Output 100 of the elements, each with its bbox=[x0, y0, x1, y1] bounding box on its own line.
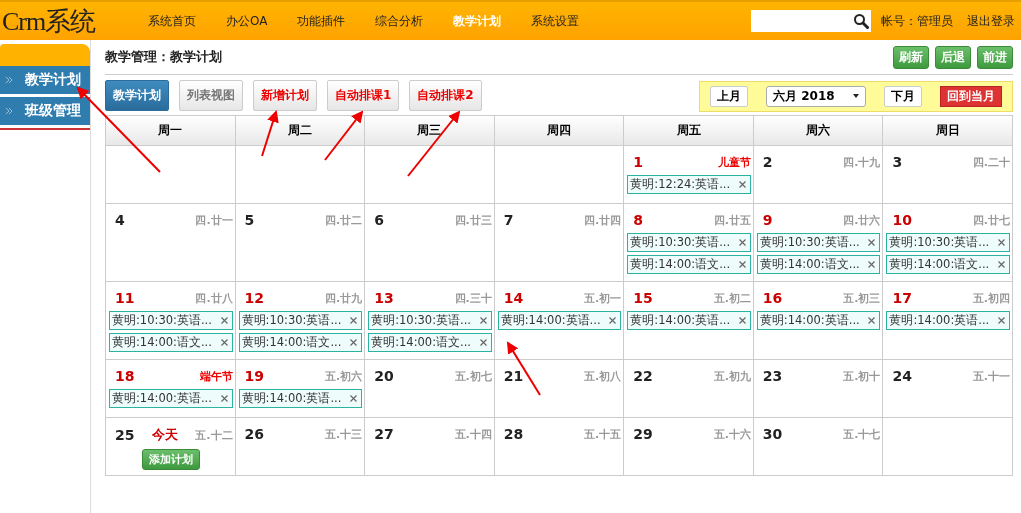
event-chip[interactable]: 黄明:10:30:英语... bbox=[109, 311, 233, 330]
event-chip[interactable]: 黄明:14:00:语文... bbox=[368, 333, 492, 352]
logout-link[interactable]: 退出登录 bbox=[967, 12, 1015, 30]
prev-month-button[interactable]: 上月 bbox=[710, 85, 748, 107]
lunar-date: 五.十一 bbox=[972, 368, 1010, 384]
close-icon[interactable] bbox=[479, 339, 487, 346]
tab[interactable]: 自动排课2 bbox=[409, 79, 482, 111]
close-icon[interactable] bbox=[738, 239, 746, 246]
close-icon[interactable] bbox=[998, 261, 1005, 268]
nav-item[interactable]: 系统设置 bbox=[531, 12, 580, 30]
close-icon[interactable] bbox=[220, 339, 228, 346]
sidebar-item[interactable]: 教学计划 bbox=[0, 66, 90, 94]
lunar-date: 四.廿九 bbox=[324, 290, 363, 306]
close-icon[interactable] bbox=[350, 339, 358, 346]
day-number: 30 bbox=[762, 426, 783, 442]
close-icon[interactable] bbox=[738, 261, 746, 268]
tab[interactable]: 列表视图 bbox=[179, 79, 243, 111]
lunar-date: 四.廿三 bbox=[454, 212, 492, 228]
weekday-header: 周五 bbox=[624, 116, 754, 146]
close-icon[interactable] bbox=[350, 395, 358, 402]
day-number: 6 bbox=[374, 212, 384, 228]
day-number: 2 bbox=[762, 154, 773, 170]
weekday-header: 周三 bbox=[365, 116, 495, 146]
event-chip[interactable]: 黄明:10:30:英语... bbox=[238, 311, 363, 330]
lunar-date: 五.初一 bbox=[584, 290, 622, 306]
event-chip[interactable]: 黄明:10:30:英语... bbox=[368, 311, 492, 330]
current-month-button[interactable]: 回到当月 bbox=[940, 85, 1002, 107]
nav-item[interactable]: 办公OA bbox=[226, 12, 268, 30]
chevron-icon bbox=[6, 77, 13, 83]
event-chip[interactable]: 黄明:10:30:英语... bbox=[886, 233, 1010, 252]
event-chip[interactable]: 黄明:10:30:英语... bbox=[627, 233, 751, 252]
weekday-header: 周日 bbox=[883, 116, 1013, 146]
day-number: 21 bbox=[503, 368, 524, 384]
day-number: 9 bbox=[762, 212, 773, 228]
close-icon[interactable] bbox=[868, 239, 876, 246]
event-chip[interactable]: 黄明:14:00:语文... bbox=[886, 255, 1010, 274]
lunar-date: 四.廿八 bbox=[195, 290, 233, 306]
event-chip[interactable]: 黄明:14:00:英语... bbox=[497, 311, 622, 330]
tab[interactable]: 教学计划 bbox=[105, 79, 169, 111]
tab[interactable]: 新增计划 bbox=[253, 79, 317, 111]
event-chip[interactable]: 黄明:14:00:语文... bbox=[756, 255, 881, 274]
close-icon[interactable] bbox=[220, 317, 228, 324]
event-chip[interactable]: 黄明:14:00:语文... bbox=[627, 255, 751, 274]
weekday-header: 周六 bbox=[753, 116, 884, 146]
day-number: 17 bbox=[892, 290, 912, 306]
logo: Crm系统 bbox=[1, 5, 97, 38]
lunar-date: 五.十四 bbox=[454, 426, 492, 442]
lunar-date: 五.十三 bbox=[324, 426, 363, 442]
close-icon[interactable] bbox=[868, 317, 876, 324]
weekday-header: 周一 bbox=[106, 116, 236, 146]
close-icon[interactable] bbox=[738, 317, 746, 324]
search-icon[interactable] bbox=[853, 13, 869, 29]
search-field[interactable] bbox=[751, 10, 871, 32]
sidebar-item[interactable]: 班级管理 bbox=[0, 97, 90, 125]
event-chip[interactable]: 黄明:14:00:英语... bbox=[109, 389, 233, 408]
day-number: 25 bbox=[115, 427, 135, 443]
close-icon[interactable] bbox=[350, 317, 358, 324]
close-icon[interactable] bbox=[479, 317, 487, 324]
day-number: 18 bbox=[115, 368, 135, 384]
account-name: 管理员 bbox=[917, 12, 953, 30]
close-icon[interactable] bbox=[220, 395, 228, 402]
day-number: 20 bbox=[374, 368, 394, 384]
close-icon[interactable] bbox=[868, 261, 876, 268]
breadcrumb: 教学管理：教学计划 bbox=[105, 48, 222, 66]
event-chip[interactable]: 黄明:14:00:英语... bbox=[756, 311, 881, 330]
account-label: 帐号： bbox=[881, 12, 917, 30]
tab[interactable]: 自动排课1 bbox=[327, 79, 400, 111]
lunar-date: 五.初十 bbox=[843, 368, 881, 384]
close-icon[interactable] bbox=[998, 239, 1005, 246]
day-number: 12 bbox=[244, 290, 265, 306]
close-icon[interactable] bbox=[609, 317, 617, 324]
event-chip[interactable]: 黄明:14:00:英语... bbox=[886, 311, 1010, 330]
lunar-date: 四.廿一 bbox=[195, 212, 233, 228]
close-icon[interactable] bbox=[998, 317, 1005, 324]
day-number: 22 bbox=[633, 368, 653, 384]
lunar-date: 端午节 bbox=[199, 368, 233, 384]
event-chip[interactable]: 黄明:12:24:英语... bbox=[627, 175, 751, 194]
event-chip[interactable]: 黄明:14:00:语文... bbox=[109, 333, 233, 352]
lunar-date: 五.十七 bbox=[843, 426, 881, 442]
event-chip[interactable]: 黄明:10:30:英语... bbox=[756, 233, 881, 252]
nav-item[interactable]: 系统首页 bbox=[148, 12, 196, 30]
lunar-date: 四.廿四 bbox=[584, 212, 622, 228]
close-icon[interactable] bbox=[738, 181, 746, 188]
lunar-date: 四.三十 bbox=[454, 290, 492, 306]
nav-item[interactable]: 功能插件 bbox=[297, 12, 346, 30]
day-number: 8 bbox=[633, 212, 644, 228]
next-month-button[interactable]: 下月 bbox=[884, 85, 922, 107]
month-select[interactable]: 六月 2018 bbox=[766, 85, 866, 107]
nav-item[interactable]: 综合分析 bbox=[375, 12, 424, 30]
lunar-date: 五.初二 bbox=[713, 290, 751, 306]
lunar-date: 五.十二 bbox=[195, 427, 233, 443]
lunar-date: 五.初八 bbox=[584, 368, 622, 384]
day-number: 4 bbox=[115, 212, 125, 228]
lunar-date: 五.初六 bbox=[324, 368, 363, 384]
day-number: 5 bbox=[244, 212, 255, 228]
annotation-arrow bbox=[261, 110, 279, 157]
event-chip[interactable]: 黄明:14:00:英语... bbox=[238, 389, 363, 408]
lunar-date: 五.初九 bbox=[713, 368, 751, 384]
event-chip[interactable]: 黄明:14:00:语文... bbox=[238, 333, 363, 352]
event-chip[interactable]: 黄明:14:00:英语... bbox=[627, 311, 751, 330]
